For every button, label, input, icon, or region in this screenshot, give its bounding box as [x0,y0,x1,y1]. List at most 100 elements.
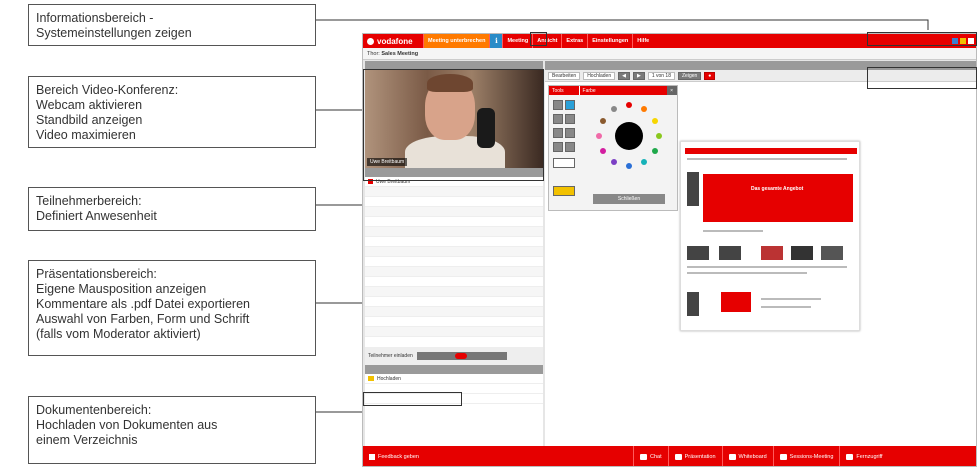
color-swatch-blue[interactable] [626,163,632,169]
callout-presentation-line: (falls vom Moderator aktiviert) [36,327,201,341]
eraser-tool-icon[interactable] [553,142,563,152]
upload-button[interactable]: Hochladen [583,71,616,80]
palette-tab-tools[interactable]: Tools [549,86,579,95]
slide-text-line [761,298,821,300]
callout-video-line: Webcam aktivieren [36,98,143,112]
meeting-label: Thor: [367,50,380,57]
slide-text-line [687,266,847,268]
callout-video-line: Standbild anzeigen [36,113,143,127]
callout-info-line: Informationsbereich - [36,11,154,25]
list-row-empty [365,297,543,307]
list-row-empty [365,227,543,237]
text-tool-icon[interactable] [565,128,575,138]
presentation-area[interactable]: Bearbeiten Hochladen ◀ ▶ 1 von 18 Zeigen… [545,61,976,446]
footer-presentation-label: Präsentation [684,454,716,460]
list-row-empty [365,247,543,257]
color-swatch-gray[interactable] [611,106,617,112]
feedback-label: Feedback geben [378,454,419,460]
color-swatch-red[interactable] [626,102,632,108]
menu-settings[interactable]: Einstellungen [587,34,632,48]
prev-page-button[interactable]: ◀ [618,71,630,80]
documents-panel-header [365,365,543,374]
callout-presentation-line: Eigene Mausposition anzeigen [36,282,207,296]
slide-text-line [687,158,847,160]
slide-thumb-image [719,246,741,260]
feedback-button[interactable]: Feedback geben [363,446,633,466]
color-swatch-green[interactable] [652,148,658,154]
slide-hero-text: Das gesamte Angebot [751,186,804,192]
list-row-empty [365,267,543,277]
drawing-palette: Tools Farbe × Schließen [548,85,678,211]
rect-tool-icon[interactable] [565,114,575,124]
invite-row[interactable]: Teilnehmer einladen [365,347,543,365]
highlight-video [363,69,544,181]
draw-button[interactable]: Bearbeiten [548,71,581,80]
footer-remote-button[interactable]: Fernzugriff [839,446,888,466]
list-row-empty [365,217,543,227]
callout-video-line: Video maximieren [36,128,136,142]
callout-documents-line: Dokumentenbereich: [36,403,152,417]
ellipse-tool-icon[interactable] [553,128,563,138]
list-row-empty [365,237,543,247]
list-row-empty [365,327,543,337]
color-wheel[interactable] [593,100,665,172]
highlight-pres-toolbar [867,67,977,89]
palette-header: Tools Farbe × [549,86,677,95]
footer-presentation-button[interactable]: Präsentation [667,446,722,466]
slide-hero-banner [703,174,853,222]
footer-sessions-label: Sessions-Meeting [789,454,834,460]
meeting-info-bar: Thor: Sales Meeting [363,48,976,60]
slide-thumb-image [761,246,783,260]
footer-remote-label: Fernzugriff [856,454,883,460]
info-icon[interactable]: ℹ [489,34,503,48]
arrow-tool-icon[interactable] [565,142,575,152]
color-swatch-brown[interactable] [600,118,606,124]
footer-whiteboard-label: Whiteboard [738,454,767,460]
footer-whiteboard-button[interactable]: Whiteboard [721,446,773,466]
callout-video: Bereich Video-Konferenz: Webcam aktivier… [28,76,316,148]
color-swatch-purple[interactable] [611,159,617,165]
footer-chat-button[interactable]: Chat [633,446,668,466]
pointer-tool-icon[interactable] [553,186,575,196]
color-swatch-magenta[interactable] [600,148,606,154]
connector-info [316,19,929,30]
participants-list: Uwe Breitbaum [365,177,543,347]
chat-icon [640,454,647,460]
palette-tab-color[interactable]: Farbe [578,86,668,95]
zoom-button[interactable]: Zeigen [678,71,702,80]
close-icon[interactable]: × [667,86,677,95]
color-swatch-lime[interactable] [656,133,662,139]
callout-presentation-line: Auswahl von Farben, Form und Schrift [36,312,250,326]
pen-tool-icon[interactable] [553,100,563,110]
footer-sessions-button[interactable]: Sessions-Meeting [772,446,840,466]
menu-meeting[interactable]: Meeting [502,34,532,48]
invite-button[interactable] [416,352,507,360]
document-upload-row[interactable]: Hochladen [365,374,543,384]
menu-meeting-pause[interactable]: Meeting unterbrechen [423,34,490,48]
color-swatch-orange[interactable] [641,106,647,112]
vodafone-logo: vodafone [363,34,423,48]
record-button[interactable]: ● [704,71,716,80]
whiteboard-icon [728,454,736,460]
list-row-empty [365,317,543,327]
line-tool-icon[interactable] [553,114,563,124]
sessions-icon [779,454,787,460]
list-row-empty [365,257,543,267]
slide-text-line [687,272,807,274]
color-swatch-pink[interactable] [596,133,602,139]
color-swatch-teal[interactable] [641,159,647,165]
list-row-empty [365,207,543,217]
footer-chat-label: Chat [650,454,662,460]
callout-documents-line: einem Verzeichnis [36,433,138,447]
annotated-screenshot: Informationsbereich - Systemeinstellunge… [0,0,979,472]
color-swatch-yellow[interactable] [652,118,658,124]
next-page-button[interactable]: ▶ [632,71,645,80]
select-tool-icon[interactable] [565,100,575,110]
slide-thumb-image [687,246,709,260]
palette-apply-button[interactable]: Schließen [593,194,665,204]
menu-help[interactable]: Hilfe [632,34,653,48]
selected-color-swatch [615,122,643,150]
menu-extras[interactable]: Extras [561,34,587,48]
page-indicator: 1 von 18 [647,71,675,80]
remote-icon [846,454,854,460]
